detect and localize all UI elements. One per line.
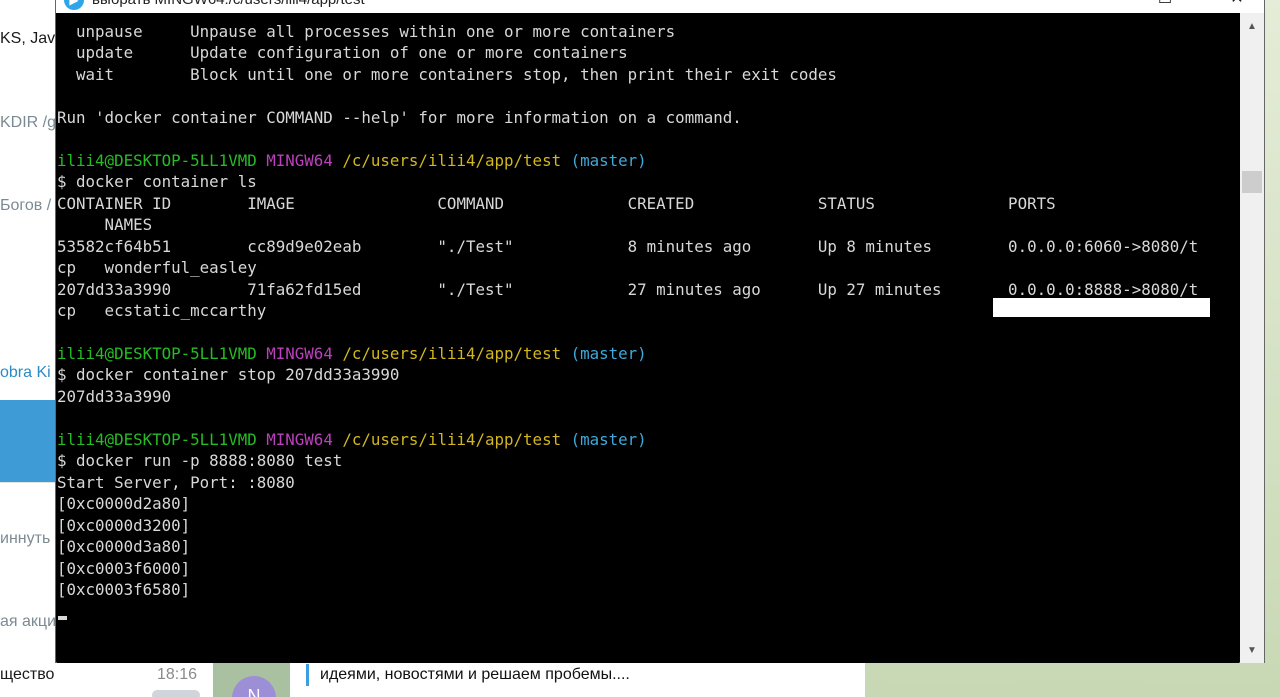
terminal-line: [0xc0000d3200] bbox=[57, 516, 191, 535]
redaction-box bbox=[993, 298, 1210, 317]
terminal-line: 207dd33a3990 bbox=[57, 387, 172, 406]
scroll-down-icon[interactable]: ▼ bbox=[1240, 641, 1264, 661]
terminal-line: [0xc0003f6580] bbox=[57, 580, 191, 599]
terminal-window[interactable]: ▶ выбрать MINGW64:/c/users/ilii4/app/tes… bbox=[55, 0, 1265, 663]
selected-chat-highlight bbox=[0, 400, 60, 482]
prompt-branch: (master) bbox=[570, 151, 647, 170]
unread-chip bbox=[152, 690, 200, 697]
terminal-line: Run 'docker container COMMAND --help' fo… bbox=[57, 108, 742, 127]
prompt-path: /c/users/ilii4/app/test bbox=[342, 430, 562, 449]
table-row: cp ecstatic_mccarthy bbox=[57, 301, 267, 320]
app-icon: ▶ bbox=[64, 0, 84, 10]
shell-prompt: ilii4@DESKTOP-5LL1VMD MINGW64 /c/users/i… bbox=[57, 343, 647, 364]
prompt-path: /c/users/ilii4/app/test bbox=[342, 344, 562, 363]
chat-time: 18:16 bbox=[157, 666, 198, 683]
terminal-output[interactable]: unpause Unpause all processes within one… bbox=[57, 13, 1239, 663]
chat-fragment: KDIR /g bbox=[0, 114, 57, 131]
chat-fragment: щество bbox=[0, 666, 55, 683]
text-cursor bbox=[58, 616, 67, 620]
vertical-scrollbar[interactable]: ▲ ▼ bbox=[1240, 13, 1264, 663]
terminal-line: update Update configuration of one or mo… bbox=[57, 43, 628, 62]
prompt-env: MINGW64 bbox=[266, 151, 333, 170]
message-bubble[interactable]: идеями, новостями и решаем пробемы.... bbox=[290, 662, 865, 697]
prompt-user: ilii4@DESKTOP-5LL1VMD bbox=[57, 430, 257, 449]
terminal-line: Start Server, Port: :8080 bbox=[57, 473, 295, 492]
scroll-up-icon[interactable]: ▲ bbox=[1240, 17, 1264, 37]
maximize-button[interactable]: ☐ bbox=[1142, 0, 1188, 13]
table-header: CONTAINER ID IMAGE COMMAND CREATED STATU… bbox=[57, 194, 1056, 213]
shell-prompt: ilii4@DESKTOP-5LL1VMD MINGW64 /c/users/i… bbox=[57, 150, 647, 171]
terminal-command: $ docker container ls bbox=[57, 172, 257, 191]
shell-prompt: ilii4@DESKTOP-5LL1VMD MINGW64 /c/users/i… bbox=[57, 429, 647, 450]
prompt-branch: (master) bbox=[570, 344, 647, 363]
terminal-line: unpause Unpause all processes within one… bbox=[57, 22, 676, 41]
chat-fragment: Богов / bbox=[0, 197, 52, 214]
scroll-thumb[interactable] bbox=[1242, 171, 1262, 193]
table-row: 207dd33a3990 71fa62fd15ed "./Test" 27 mi… bbox=[57, 280, 1199, 299]
quote-bar bbox=[306, 664, 309, 686]
chat-fragment: ая акци bbox=[0, 613, 57, 630]
terminal-line: wait Block until one or more containers … bbox=[57, 65, 837, 84]
terminal-line: [0xc0000d3a80] bbox=[57, 537, 191, 556]
window-titlebar[interactable]: ▶ выбрать MINGW64:/c/users/ilii4/app/tes… bbox=[56, 0, 1264, 13]
table-header: NAMES bbox=[57, 215, 153, 234]
prompt-env: MINGW64 bbox=[266, 430, 333, 449]
divider bbox=[0, 482, 60, 483]
table-row: cp wonderful_easley bbox=[57, 258, 257, 277]
prompt-env: MINGW64 bbox=[266, 344, 333, 363]
prompt-path: /c/users/ilii4/app/test bbox=[342, 151, 562, 170]
window-title: выбрать MINGW64:/c/users/ilii4/app/test bbox=[92, 0, 365, 8]
terminal-line: [0xc0000d2a80] bbox=[57, 494, 191, 513]
terminal-command: $ docker container stop 207dd33a3990 bbox=[57, 365, 400, 384]
prompt-user: ilii4@DESKTOP-5LL1VMD bbox=[57, 151, 257, 170]
terminal-line: [0xc0003f6000] bbox=[57, 559, 191, 578]
prompt-user: ilii4@DESKTOP-5LL1VMD bbox=[57, 344, 257, 363]
close-button[interactable]: ✕ bbox=[1214, 0, 1260, 13]
prompt-branch: (master) bbox=[570, 430, 647, 449]
chat-fragment: obra Ki bbox=[0, 364, 51, 381]
message-preview: идеями, новостями и решаем пробемы.... bbox=[320, 666, 630, 683]
terminal-command: $ docker run -p 8888:8080 test bbox=[57, 451, 343, 470]
table-row: 53582cf64b51 cc89d9e02eab "./Test" 8 min… bbox=[57, 237, 1199, 256]
